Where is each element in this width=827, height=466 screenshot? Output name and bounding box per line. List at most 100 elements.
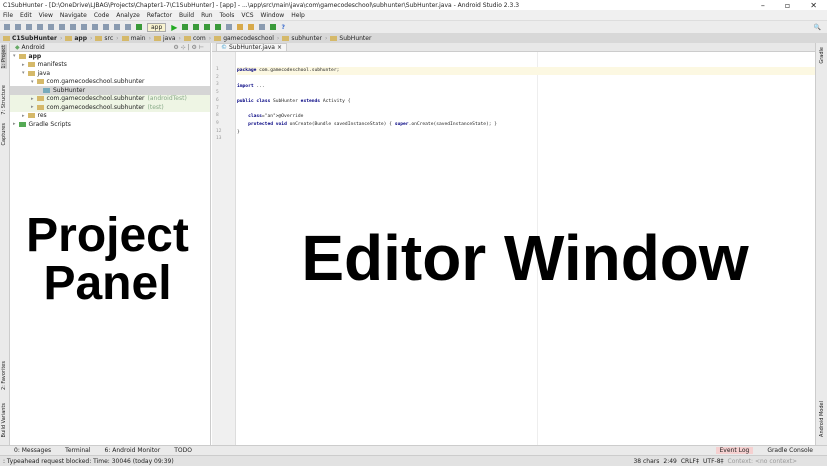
redo-icon[interactable] [48, 24, 54, 30]
menu-vcs[interactable]: VCS [241, 12, 253, 19]
breadcrumb-item[interactable]: main [121, 35, 146, 42]
debug-icon[interactable] [182, 24, 189, 30]
menu-run[interactable]: Run [201, 12, 213, 19]
expand-arrow-icon[interactable]: ▾ [13, 53, 16, 59]
project-view-select[interactable]: Android [22, 44, 45, 51]
close-tab-icon[interactable]: × [277, 44, 282, 51]
expand-arrow-icon[interactable]: ▾ [22, 70, 25, 76]
maximize-button[interactable]: ▫ [785, 1, 790, 10]
tool-window-project[interactable]: 1: Project [1, 45, 7, 69]
breadcrumb-item[interactable]: java [153, 35, 176, 42]
menu-edit[interactable]: Edit [20, 12, 32, 19]
run-config-select[interactable]: app [147, 22, 167, 32]
profile-icon[interactable] [193, 24, 200, 30]
sync-icon[interactable] [26, 24, 32, 30]
class-icon: © [221, 43, 227, 51]
undo-icon[interactable] [37, 24, 43, 30]
tool-window-todo[interactable]: TODO [174, 447, 192, 454]
file-encoding[interactable]: UTF-8‡ [703, 458, 724, 465]
menu-build[interactable]: Build [179, 12, 194, 19]
menu-view[interactable]: View [39, 12, 53, 19]
tree-item[interactable]: ▸ Gradle Scripts [10, 120, 210, 129]
forward-icon[interactable] [125, 24, 131, 30]
find-icon[interactable] [92, 24, 98, 30]
expand-arrow-icon[interactable]: ▸ [22, 62, 25, 68]
breadcrumb-item[interactable]: C1SubHunter [3, 35, 57, 42]
code-area[interactable]: package com.gamecodeschool.subhunter; imp… [237, 67, 815, 144]
tree-item[interactable]: ▸ manifests [10, 61, 210, 70]
copy-icon[interactable] [70, 24, 76, 30]
breadcrumb-separator: › [59, 34, 63, 42]
tool-window-messages[interactable]: 0: Messages [14, 447, 51, 454]
breadcrumb-item[interactable]: com [183, 35, 206, 42]
tree-item-label: java [37, 69, 51, 77]
breadcrumb-label: app [74, 34, 87, 42]
line-separator[interactable]: CRLF‡ [681, 458, 699, 465]
tree-item-label: Gradle Scripts [28, 120, 71, 128]
menu-navigate[interactable]: Navigate [60, 12, 87, 19]
menu-tools[interactable]: Tools [220, 12, 235, 19]
make-icon[interactable] [136, 24, 142, 30]
stop-icon[interactable] [226, 24, 233, 30]
breadcrumb-item[interactable]: app [65, 35, 87, 42]
expand-arrow-icon[interactable]: ▸ [22, 113, 25, 119]
tree-item[interactable]: ▸ res [10, 112, 210, 121]
line-number: 2 [216, 74, 219, 80]
paste-icon[interactable] [81, 24, 87, 30]
save-icon[interactable] [15, 24, 21, 30]
minimize-button[interactable]: – [761, 1, 765, 10]
menu-file[interactable]: File [3, 12, 13, 19]
line-number: 3 [216, 82, 219, 88]
back-icon[interactable] [114, 24, 120, 30]
tree-item[interactable]: ▾ java [10, 69, 210, 78]
tool-window-captures[interactable]: Captures [1, 123, 7, 146]
tool-window-build-variants[interactable]: Build Variants [1, 403, 7, 437]
run-icon[interactable]: ▶ [171, 23, 177, 32]
tool-window-terminal[interactable]: Terminal [65, 447, 90, 454]
gutter: 1 2 3 5 6 7 8 9 12 13 [212, 52, 236, 445]
help-icon[interactable]: ? [281, 24, 284, 31]
android-device-icon[interactable] [270, 24, 277, 30]
expand-arrow-icon[interactable]: ▸ [13, 121, 16, 127]
menu-window[interactable]: Window [261, 12, 285, 19]
menu-help[interactable]: Help [291, 12, 305, 19]
open-icon[interactable] [4, 24, 10, 30]
breadcrumb-item[interactable]: SubHunter [330, 35, 371, 42]
tree-item-label: res [37, 112, 47, 120]
tree-item[interactable]: ▾ app [10, 52, 210, 61]
search-everywhere-icon[interactable]: 🔍 [814, 24, 821, 31]
menu-code[interactable]: Code [94, 12, 109, 19]
tool-window-android-monitor[interactable]: 6: Android Monitor [105, 447, 161, 454]
project-structure-icon[interactable] [259, 24, 266, 30]
attach-icon[interactable] [204, 24, 211, 30]
expand-arrow-icon[interactable]: ▾ [31, 79, 34, 85]
close-button[interactable]: ✕ [810, 1, 817, 10]
tool-window-gradle-console[interactable]: Gradle Console [767, 447, 813, 454]
avd-manager-icon[interactable] [248, 24, 255, 30]
tree-item[interactable]: ▸ com.gamecodeschool.subhunter (androidTes… [10, 94, 210, 103]
expand-arrow-icon[interactable]: ▸ [31, 96, 34, 102]
cut-icon[interactable] [59, 24, 65, 30]
breadcrumb-item[interactable]: gamecodeschool [214, 35, 274, 42]
tool-window-event-log[interactable]: Event Log [715, 447, 754, 454]
editor-tab[interactable]: © SubHunter.java × [216, 42, 288, 52]
tool-window-android-model[interactable]: Android Model [819, 401, 825, 437]
apply-changes-icon[interactable] [215, 24, 222, 30]
tree-item[interactable]: ▸ com.gamecodeschool.subhunter (test) [10, 103, 210, 112]
menu-refactor[interactable]: Refactor [147, 12, 172, 19]
expand-arrow-icon[interactable]: ▸ [31, 104, 34, 110]
sdk-manager-icon[interactable] [237, 24, 244, 30]
tree-item[interactable]: SubHunter [10, 86, 210, 95]
cursor-position[interactable]: 2:49 [663, 458, 676, 465]
title-bar: C1SubHunter - [D:\OneDrive\LJBAG\Project… [0, 0, 827, 10]
menu-analyze[interactable]: Analyze [116, 12, 140, 19]
replace-icon[interactable] [103, 24, 109, 30]
tool-window-structure[interactable]: 7: Structure [1, 85, 7, 115]
tree-item[interactable]: ▾ com.gamecodeschool.subhunter [10, 78, 210, 87]
folder-icon [36, 96, 44, 102]
folder-icon [18, 53, 26, 59]
tool-window-favorites[interactable]: 2: Favorites [1, 361, 7, 390]
tool-window-gradle[interactable]: Gradle [819, 47, 825, 64]
breadcrumb-item[interactable]: subhunter [282, 35, 322, 42]
breadcrumb-item[interactable]: src [95, 35, 113, 42]
